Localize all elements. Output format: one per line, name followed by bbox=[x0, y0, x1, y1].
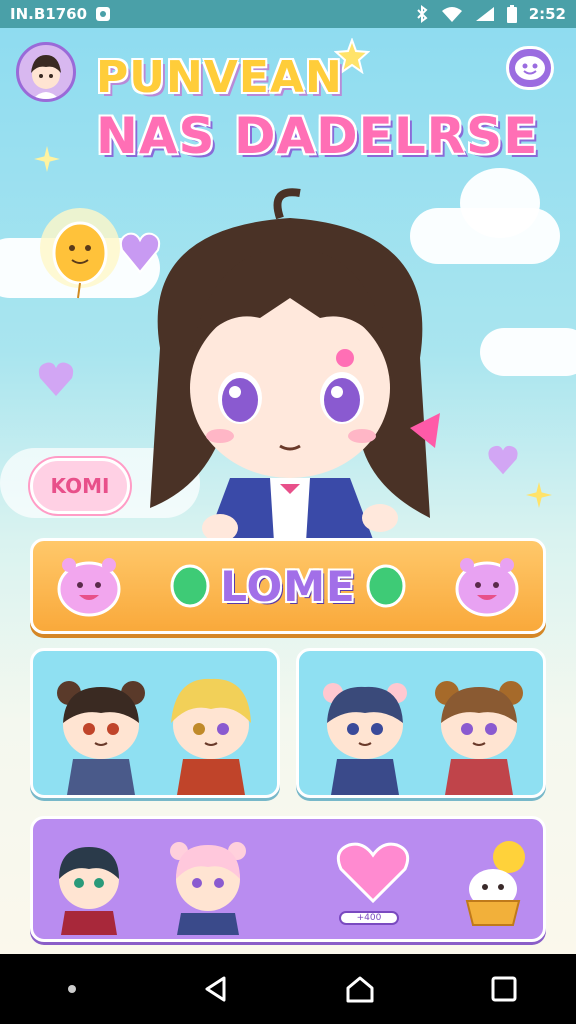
duo-card-right[interactable] bbox=[296, 648, 546, 798]
purple-blob-icon bbox=[455, 558, 519, 617]
hero-character[interactable] bbox=[120, 188, 460, 558]
main-button-label: LOME bbox=[220, 561, 356, 611]
green-leaf-icon bbox=[170, 564, 210, 608]
pink-blob-icon bbox=[57, 558, 121, 617]
home-button[interactable] bbox=[336, 965, 384, 1013]
heart-icon bbox=[38, 362, 74, 396]
bluetooth-icon bbox=[415, 5, 429, 23]
title-line-2: NAS DADELRSE bbox=[96, 107, 539, 165]
shop-card[interactable]: +400 bbox=[30, 816, 546, 942]
green-leaf-icon bbox=[366, 564, 406, 608]
progress-bar: +400 bbox=[339, 911, 399, 925]
carrier-text: IN.B1760 bbox=[10, 5, 88, 23]
duo-card-left[interactable] bbox=[30, 648, 280, 798]
cloud-decoration bbox=[460, 168, 540, 238]
status-bar: IN.B1760 2:52 bbox=[0, 0, 576, 28]
back-button[interactable] bbox=[192, 965, 240, 1013]
blue-hair-character bbox=[323, 683, 407, 795]
home-icon bbox=[346, 976, 374, 1003]
cloud-decoration bbox=[480, 328, 576, 376]
bear-boy-character bbox=[57, 681, 145, 795]
blonde-boy-character bbox=[171, 678, 251, 795]
bear-girl-character bbox=[435, 681, 523, 795]
recents-button[interactable] bbox=[480, 965, 528, 1013]
heart-potion-icon bbox=[336, 842, 410, 904]
dark-hair-character bbox=[59, 847, 119, 935]
sparkle-icon bbox=[34, 146, 60, 172]
wifi-icon bbox=[441, 6, 463, 22]
heart-icon bbox=[488, 445, 518, 475]
chat-button[interactable] bbox=[506, 46, 554, 90]
app-title: PUNVEAN NAS DADELRSE bbox=[96, 52, 538, 165]
main-play-button[interactable]: LOME bbox=[30, 538, 546, 634]
dot-indicator-icon bbox=[48, 965, 96, 1013]
square-icon bbox=[491, 976, 517, 1002]
clock-text: 2:52 bbox=[528, 5, 566, 23]
treasure-chest-icon bbox=[465, 841, 525, 926]
chat-face-icon bbox=[515, 56, 545, 80]
signal-icon bbox=[475, 6, 495, 22]
battery-icon bbox=[506, 5, 517, 23]
back-triangle-icon bbox=[205, 976, 226, 1002]
system-nav-bar bbox=[0, 954, 576, 1024]
title-line-1: PUNVEAN bbox=[96, 52, 343, 103]
app-screen: PUNVEAN NAS DADELRSE KOMI LOME +400 bbox=[0, 28, 576, 954]
profile-avatar[interactable] bbox=[16, 42, 76, 102]
sparkle-icon bbox=[526, 482, 552, 508]
speech-bubble: KOMI bbox=[30, 458, 130, 514]
pink-hair-character bbox=[170, 842, 246, 935]
progress-label: +400 bbox=[356, 913, 382, 923]
notification-icon bbox=[95, 6, 111, 22]
